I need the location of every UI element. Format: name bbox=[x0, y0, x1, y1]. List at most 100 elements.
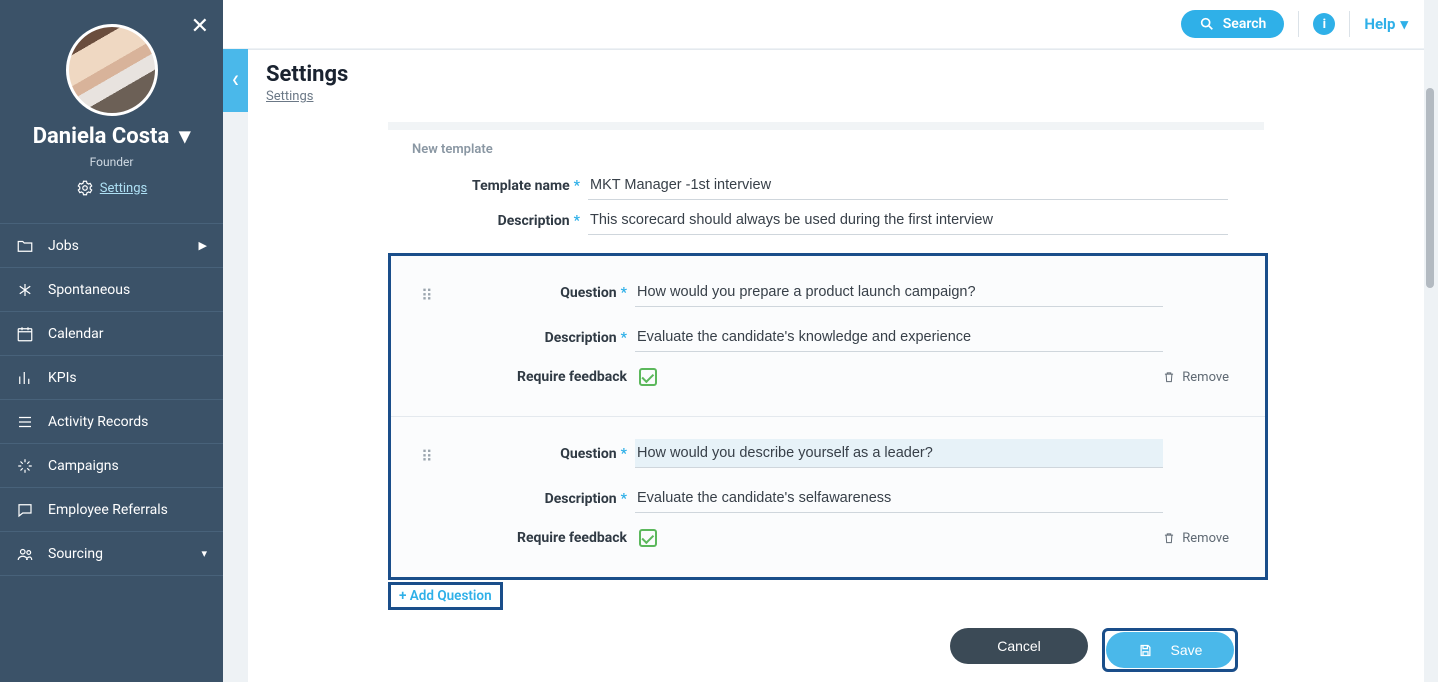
asterisk-icon bbox=[16, 281, 34, 299]
required-star: * bbox=[574, 178, 580, 194]
info-icon[interactable]: i bbox=[1313, 13, 1335, 35]
user-name: Daniela Costa bbox=[33, 124, 170, 149]
top-bar: Search i Help ▾ bbox=[223, 0, 1424, 48]
help-label: Help bbox=[1364, 15, 1395, 33]
list-icon bbox=[16, 413, 34, 431]
scroll-thumb[interactable] bbox=[1426, 88, 1434, 288]
template-name-row: Template name* bbox=[388, 171, 1400, 200]
save-icon bbox=[1138, 643, 1153, 658]
description-input[interactable] bbox=[588, 206, 1228, 235]
question-description-row: Description* bbox=[417, 484, 1239, 513]
section-bar bbox=[388, 122, 1264, 130]
require-feedback-label: Require feedback bbox=[417, 530, 635, 546]
main-content: New template Template name* Description*… bbox=[248, 112, 1424, 682]
question-description-label: Description* bbox=[417, 330, 635, 346]
sidebar-item-label: Employee Referrals bbox=[48, 502, 168, 518]
sidebar-item-label: Sourcing bbox=[48, 546, 103, 562]
required-star: * bbox=[574, 213, 580, 229]
user-settings-label: Settings bbox=[100, 181, 147, 196]
question-label: Question* bbox=[417, 446, 635, 462]
required-star: * bbox=[621, 491, 627, 507]
remove-question-button[interactable]: Remove bbox=[1162, 531, 1229, 546]
form-actions: Cancel Save bbox=[248, 628, 1398, 672]
sidebar-item-kpis[interactable]: KPIs bbox=[0, 356, 223, 400]
sidebar-item-jobs[interactable]: Jobs ▶ bbox=[0, 224, 223, 268]
save-button[interactable]: Save bbox=[1106, 632, 1234, 668]
search-button[interactable]: Search bbox=[1181, 10, 1285, 38]
sidebar-item-label: Campaigns bbox=[48, 458, 119, 474]
chevron-down-icon: ▾ bbox=[179, 124, 190, 149]
sidebar-nav: Jobs ▶ Spontaneous Calendar KPIs Activit… bbox=[0, 223, 223, 576]
divider bbox=[1298, 11, 1299, 37]
people-icon bbox=[16, 545, 34, 563]
drag-handle-icon[interactable]: ⠿ bbox=[421, 447, 434, 466]
page-header: Settings Settings bbox=[248, 49, 1424, 112]
search-label: Search bbox=[1223, 16, 1267, 32]
page-title: Settings bbox=[266, 62, 1406, 87]
template-name-input[interactable] bbox=[588, 171, 1228, 200]
require-feedback-checkbox[interactable] bbox=[639, 529, 657, 547]
avatar[interactable] bbox=[66, 24, 158, 116]
required-star: * bbox=[621, 330, 627, 346]
breadcrumb-link[interactable]: Settings bbox=[266, 89, 313, 104]
trash-icon bbox=[1162, 531, 1176, 545]
section-caption: New template bbox=[388, 142, 1400, 157]
sidebar: ✕ Daniela Costa ▾ Founder Settings Jobs … bbox=[0, 0, 223, 682]
gear-icon bbox=[76, 179, 94, 197]
require-feedback-label: Require feedback bbox=[417, 369, 635, 385]
chevron-down-icon: ▾ bbox=[201, 547, 207, 560]
sidebar-item-sourcing[interactable]: Sourcing ▾ bbox=[0, 532, 223, 576]
require-feedback-row: Require feedback Remove bbox=[417, 368, 1239, 386]
question-row: Question* bbox=[417, 278, 1239, 307]
save-highlight: Save bbox=[1102, 628, 1238, 672]
user-settings-link[interactable]: Settings bbox=[0, 179, 223, 197]
bars-icon bbox=[16, 369, 34, 387]
question-row: Question* bbox=[417, 439, 1239, 468]
description-row: Description* bbox=[388, 206, 1400, 235]
collapse-panel-button[interactable]: ❮ bbox=[223, 49, 248, 112]
required-star: * bbox=[621, 285, 627, 301]
help-dropdown[interactable]: Help ▾ bbox=[1364, 15, 1408, 33]
sidebar-item-spontaneous[interactable]: Spontaneous bbox=[0, 268, 223, 312]
spark-icon bbox=[16, 457, 34, 475]
user-name-row[interactable]: Daniela Costa ▾ bbox=[0, 124, 223, 149]
description-label: Description* bbox=[388, 213, 588, 229]
questions-container: ⠿ Question* Description* Require feedbac… bbox=[388, 253, 1268, 580]
sidebar-item-label: Spontaneous bbox=[48, 282, 130, 298]
remove-question-button[interactable]: Remove bbox=[1162, 370, 1229, 385]
require-feedback-row: Require feedback Remove bbox=[417, 529, 1239, 547]
sidebar-item-campaigns[interactable]: Campaigns bbox=[0, 444, 223, 488]
question-input[interactable] bbox=[635, 439, 1163, 468]
question-description-row: Description* bbox=[417, 323, 1239, 352]
close-icon[interactable]: ✕ bbox=[191, 14, 209, 39]
scrollbar[interactable] bbox=[1426, 52, 1434, 672]
sidebar-item-referrals[interactable]: Employee Referrals bbox=[0, 488, 223, 532]
question-description-input[interactable] bbox=[635, 484, 1163, 513]
user-role: Founder bbox=[0, 155, 223, 169]
question-description-input[interactable] bbox=[635, 323, 1163, 352]
calendar-icon bbox=[16, 325, 34, 343]
sidebar-item-calendar[interactable]: Calendar bbox=[0, 312, 223, 356]
question-block: ⠿ Question* Description* Require feedbac… bbox=[391, 256, 1265, 416]
chat-icon bbox=[16, 501, 34, 519]
chevron-right-icon: ▶ bbox=[199, 239, 207, 252]
question-block: ⠿ Question* Description* Require feedbac… bbox=[391, 416, 1265, 577]
add-question-button[interactable]: + Add Question bbox=[388, 582, 503, 610]
sidebar-item-label: Jobs bbox=[48, 238, 79, 254]
divider bbox=[1349, 11, 1350, 37]
search-icon bbox=[1199, 16, 1215, 32]
sidebar-item-label: KPIs bbox=[48, 370, 77, 386]
sidebar-item-label: Activity Records bbox=[48, 414, 148, 430]
sidebar-item-activity[interactable]: Activity Records bbox=[0, 400, 223, 444]
cancel-button[interactable]: Cancel bbox=[950, 628, 1088, 664]
drag-handle-icon[interactable]: ⠿ bbox=[421, 286, 434, 305]
question-input[interactable] bbox=[635, 278, 1163, 307]
require-feedback-checkbox[interactable] bbox=[639, 368, 657, 386]
question-description-label: Description* bbox=[417, 491, 635, 507]
breadcrumb: Settings bbox=[266, 89, 1406, 104]
required-star: * bbox=[621, 446, 627, 462]
trash-icon bbox=[1162, 370, 1176, 384]
template-name-label: Template name* bbox=[388, 178, 588, 194]
folder-icon bbox=[16, 237, 34, 255]
sidebar-item-label: Calendar bbox=[48, 326, 104, 342]
